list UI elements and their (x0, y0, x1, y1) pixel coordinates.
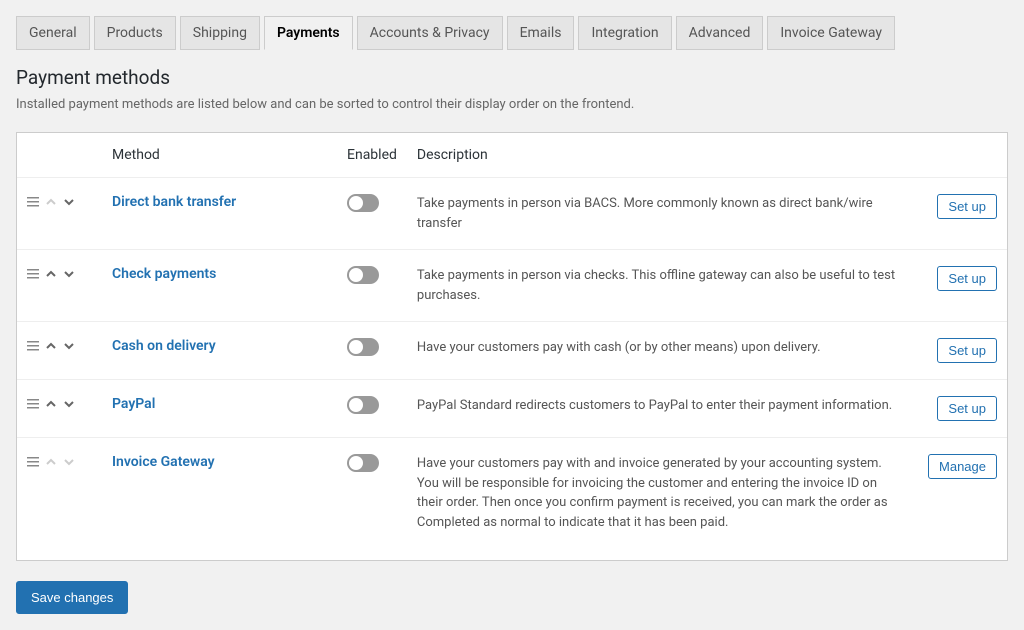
move-down-icon[interactable] (63, 196, 75, 208)
payment-methods-table: Method Enabled Description Direct bank t… (16, 132, 1008, 561)
set-up-button[interactable]: Set up (937, 194, 997, 219)
method-link[interactable]: Direct bank transfer (112, 194, 236, 210)
save-changes-button[interactable]: Save changes (16, 581, 128, 614)
enabled-toggle[interactable] (347, 396, 379, 414)
move-up-icon (45, 456, 57, 468)
method-description: Take payments in person via checks. This… (407, 250, 918, 322)
tab-integration[interactable]: Integration (578, 16, 671, 50)
tab-emails[interactable]: Emails (507, 16, 575, 50)
move-down-icon (63, 456, 75, 468)
table-row: Invoice Gateway Have your customers pay w… (17, 438, 1007, 561)
page-title: Payment methods (16, 66, 1008, 89)
method-description: PayPal Standard redirects customers to P… (407, 380, 918, 438)
move-up-icon (45, 196, 57, 208)
settings-tabs: GeneralProductsShippingPaymentsAccounts … (16, 16, 1008, 50)
tab-shipping[interactable]: Shipping (180, 16, 260, 50)
column-method: Method (102, 133, 337, 178)
column-enabled: Enabled (337, 133, 407, 178)
help-text: Installed payment methods are listed bel… (16, 97, 1008, 112)
method-link[interactable]: PayPal (112, 396, 155, 412)
move-up-icon[interactable] (45, 398, 57, 410)
set-up-button[interactable]: Set up (937, 266, 997, 291)
tab-invoice-gateway[interactable]: Invoice Gateway (767, 16, 895, 50)
table-row: Cash on delivery Have your customers pay … (17, 322, 1007, 380)
column-description: Description (407, 133, 918, 178)
drag-handle-icon[interactable] (27, 398, 39, 410)
drag-handle-icon[interactable] (27, 268, 39, 280)
method-description: Take payments in person via BACS. More c… (407, 178, 918, 250)
table-row: Check payments Take payments in person vi… (17, 250, 1007, 322)
move-down-icon[interactable] (63, 268, 75, 280)
move-up-icon[interactable] (45, 268, 57, 280)
tab-accounts-privacy[interactable]: Accounts & Privacy (357, 16, 503, 50)
tab-general[interactable]: General (16, 16, 90, 50)
tab-products[interactable]: Products (94, 16, 176, 50)
drag-handle-icon[interactable] (27, 456, 39, 468)
method-description: Have your customers pay with cash (or by… (407, 322, 918, 380)
enabled-toggle[interactable] (347, 266, 379, 284)
method-link[interactable]: Check payments (112, 266, 216, 282)
move-down-icon[interactable] (63, 340, 75, 352)
tab-payments[interactable]: Payments (264, 16, 353, 50)
drag-handle-icon[interactable] (27, 340, 39, 352)
method-description: Have your customers pay with and invoice… (407, 438, 918, 561)
enabled-toggle[interactable] (347, 454, 379, 472)
method-link[interactable]: Invoice Gateway (112, 454, 215, 470)
tab-advanced[interactable]: Advanced (676, 16, 764, 50)
set-up-button[interactable]: Set up (937, 396, 997, 421)
table-row: PayPal PayPal Standard redirects customer… (17, 380, 1007, 438)
method-link[interactable]: Cash on delivery (112, 338, 216, 354)
manage-button[interactable]: Manage (928, 454, 997, 479)
set-up-button[interactable]: Set up (937, 338, 997, 363)
move-down-icon[interactable] (63, 398, 75, 410)
table-row: Direct bank transfer Take payments in per… (17, 178, 1007, 250)
enabled-toggle[interactable] (347, 338, 379, 356)
drag-handle-icon[interactable] (27, 196, 39, 208)
move-up-icon[interactable] (45, 340, 57, 352)
enabled-toggle[interactable] (347, 194, 379, 212)
